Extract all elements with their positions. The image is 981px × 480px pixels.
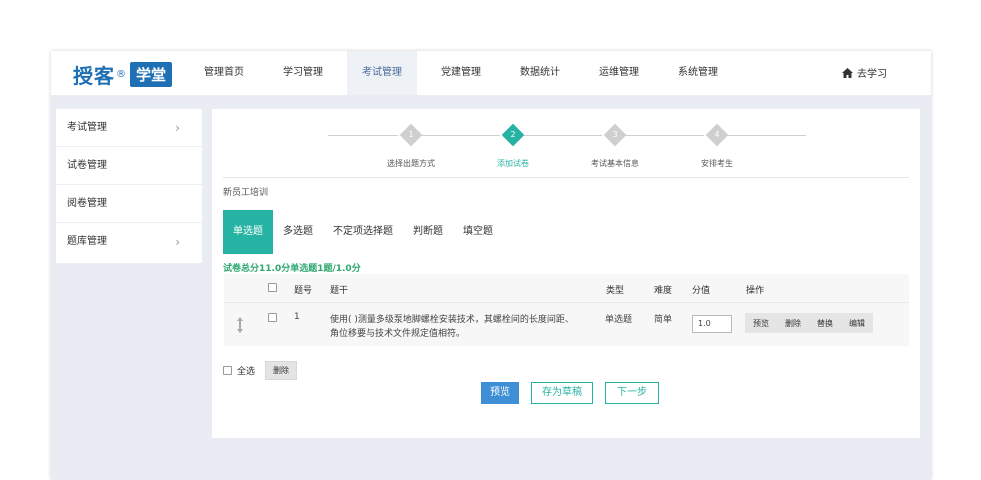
- app-window: 授客 ® 学堂 管理首页 学习管理 考试管理 党建管理 数据统计 运维管理 系统…: [51, 51, 931, 480]
- bulk-actions: 全选 删除: [223, 361, 298, 380]
- edit-question-button[interactable]: 编辑: [841, 318, 873, 329]
- row-num: 1: [294, 312, 300, 322]
- sidebar-item-label: 题库管理: [67, 236, 107, 247]
- row-difficulty: 简单: [654, 315, 673, 325]
- step-1-label: 选择出题方式: [387, 159, 435, 168]
- header-type: 类型: [606, 286, 625, 296]
- nav-item-learning[interactable]: 学习管理: [268, 51, 338, 95]
- step-2-number: 2: [510, 130, 516, 139]
- header-ops: 操作: [746, 286, 765, 296]
- bulk-delete-button[interactable]: 删除: [265, 361, 298, 380]
- preview-button[interactable]: 预览: [481, 382, 519, 404]
- score-summary: 试卷总分11.0分单选题1题/1.0分: [223, 264, 361, 274]
- table-row: 1 使用( )测量多级泵地脚螺栓安装技术，其螺栓间的长度间距、 角位移要与技术文…: [224, 302, 909, 346]
- step-4-number: 4: [714, 130, 720, 139]
- tab-fill-blank[interactable]: 填空题: [453, 210, 503, 254]
- preview-question-button[interactable]: 预览: [745, 318, 777, 329]
- step-connector: [624, 135, 704, 136]
- step-4-label: 安排考生: [701, 159, 733, 168]
- question-type-tabs: 单选题 多选题 不定项选择题 判断题 填空题: [223, 210, 503, 254]
- paper-title: 新员工培训: [223, 188, 269, 198]
- save-draft-button[interactable]: 存为草稿: [531, 382, 593, 404]
- header-num: 题号: [294, 286, 313, 296]
- tab-single-choice[interactable]: 单选题: [223, 210, 273, 254]
- replace-question-button[interactable]: 替换: [809, 318, 841, 329]
- logo-badge: 学堂: [130, 62, 173, 87]
- score-input[interactable]: 1.0: [692, 315, 732, 333]
- nav-item-system[interactable]: 系统管理: [663, 51, 733, 95]
- step-3-label: 考试基本信息: [591, 159, 639, 168]
- select-all-label: 全选: [237, 367, 256, 377]
- home-icon: [842, 67, 853, 78]
- tab-indefinite-choice[interactable]: 不定项选择题: [323, 210, 403, 254]
- main-nav: 管理首页 学习管理 考试管理 党建管理 数据统计 运维管理 系统管理: [189, 51, 742, 95]
- nav-item-statistics[interactable]: 数据统计: [505, 51, 575, 95]
- next-step-button[interactable]: 下一步: [605, 382, 659, 404]
- chevron-right-icon: ›: [175, 121, 180, 135]
- chevron-right-icon: ›: [175, 235, 180, 249]
- step-3-number: 3: [612, 130, 618, 139]
- go-learn-label: 去学习: [857, 69, 887, 80]
- row-actions: 预览 删除 替换 编辑: [745, 313, 873, 333]
- main-panel: 1 选择出题方式 2 添加试卷 3 考试基本信息 4 安排考生 新员工培训 单选…: [212, 109, 920, 438]
- logo-text: 授客: [73, 64, 115, 88]
- tab-true-false[interactable]: 判断题: [403, 210, 453, 254]
- header-stem: 题干: [330, 286, 349, 296]
- row-checkbox[interactable]: [268, 313, 277, 322]
- table-header: 题号 题干 类型 难度 分值 操作: [224, 274, 909, 302]
- drag-handle-icon[interactable]: [236, 317, 244, 333]
- step-connector: [522, 135, 602, 136]
- logo-registered-mark: ®: [116, 69, 126, 80]
- sidebar-item-label: 阅卷管理: [67, 198, 107, 209]
- go-learn-link[interactable]: 去学习: [842, 65, 887, 80]
- step-1-number: 1: [408, 130, 414, 139]
- sidebar-item-papers[interactable]: 试卷管理: [56, 147, 202, 185]
- sidebar-item-grading[interactable]: 阅卷管理: [56, 185, 202, 223]
- divider: [223, 177, 909, 178]
- nav-item-home[interactable]: 管理首页: [189, 51, 259, 95]
- row-stem-line2: 角位移要与技术文件规定值相符。: [330, 329, 466, 339]
- sidebar: 考试管理 › 试卷管理 阅卷管理 题库管理 ›: [56, 109, 202, 263]
- step-2-label: 添加试卷: [497, 159, 529, 168]
- step-connector: [420, 135, 500, 136]
- sidebar-item-question-bank[interactable]: 题库管理 ›: [56, 223, 202, 261]
- step-connector: [328, 135, 398, 136]
- header-checkbox[interactable]: [268, 283, 277, 292]
- top-bar: 授客 ® 学堂 管理首页 学习管理 考试管理 党建管理 数据统计 运维管理 系统…: [51, 51, 931, 95]
- tab-multiple-choice[interactable]: 多选题: [273, 210, 323, 254]
- step-connector: [726, 135, 806, 136]
- sidebar-item-exam[interactable]: 考试管理 ›: [56, 109, 202, 147]
- row-stem-line1: 使用( )测量多级泵地脚螺栓安装技术，其螺栓间的长度间距、: [330, 315, 574, 325]
- nav-item-operations[interactable]: 运维管理: [584, 51, 654, 95]
- sidebar-item-label: 试卷管理: [67, 160, 107, 171]
- select-all-checkbox[interactable]: [223, 366, 232, 375]
- sidebar-item-label: 考试管理: [67, 122, 107, 133]
- nav-item-party[interactable]: 党建管理: [426, 51, 496, 95]
- header-score: 分值: [692, 286, 711, 296]
- progress-steps: 1 选择出题方式 2 添加试卷 3 考试基本信息 4 安排考生: [328, 123, 808, 169]
- nav-item-exam[interactable]: 考试管理: [347, 51, 417, 95]
- row-type: 单选题: [605, 315, 633, 325]
- delete-question-button[interactable]: 删除: [777, 318, 809, 329]
- logo: 授客 ® 学堂: [73, 60, 173, 89]
- question-table: 题号 题干 类型 难度 分值 操作 1 使用( )测量多级泵地脚螺栓安装技术，其…: [224, 274, 909, 346]
- header-difficulty: 难度: [654, 286, 673, 296]
